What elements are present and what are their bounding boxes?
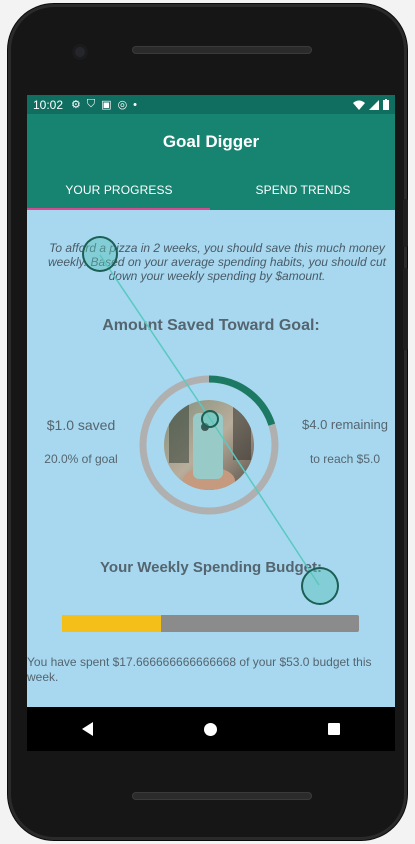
app-screen: 10:02 ⚙ ⛉ ▣ ◎ • Goal Digger YOUR PROGRES…	[27, 95, 395, 707]
front-camera	[75, 47, 85, 57]
touch-point-start	[82, 236, 118, 272]
top-speaker	[132, 46, 312, 54]
touch-point-end	[301, 567, 339, 605]
touch-trace	[99, 254, 320, 586]
back-icon[interactable]	[82, 722, 94, 736]
recents-icon[interactable]	[327, 723, 340, 735]
volume-button	[403, 268, 408, 350]
bottom-speaker	[132, 792, 312, 800]
power-button	[403, 199, 408, 247]
nav-bar	[27, 707, 395, 751]
home-icon[interactable]	[203, 722, 217, 736]
touch-point-mid	[201, 410, 219, 428]
